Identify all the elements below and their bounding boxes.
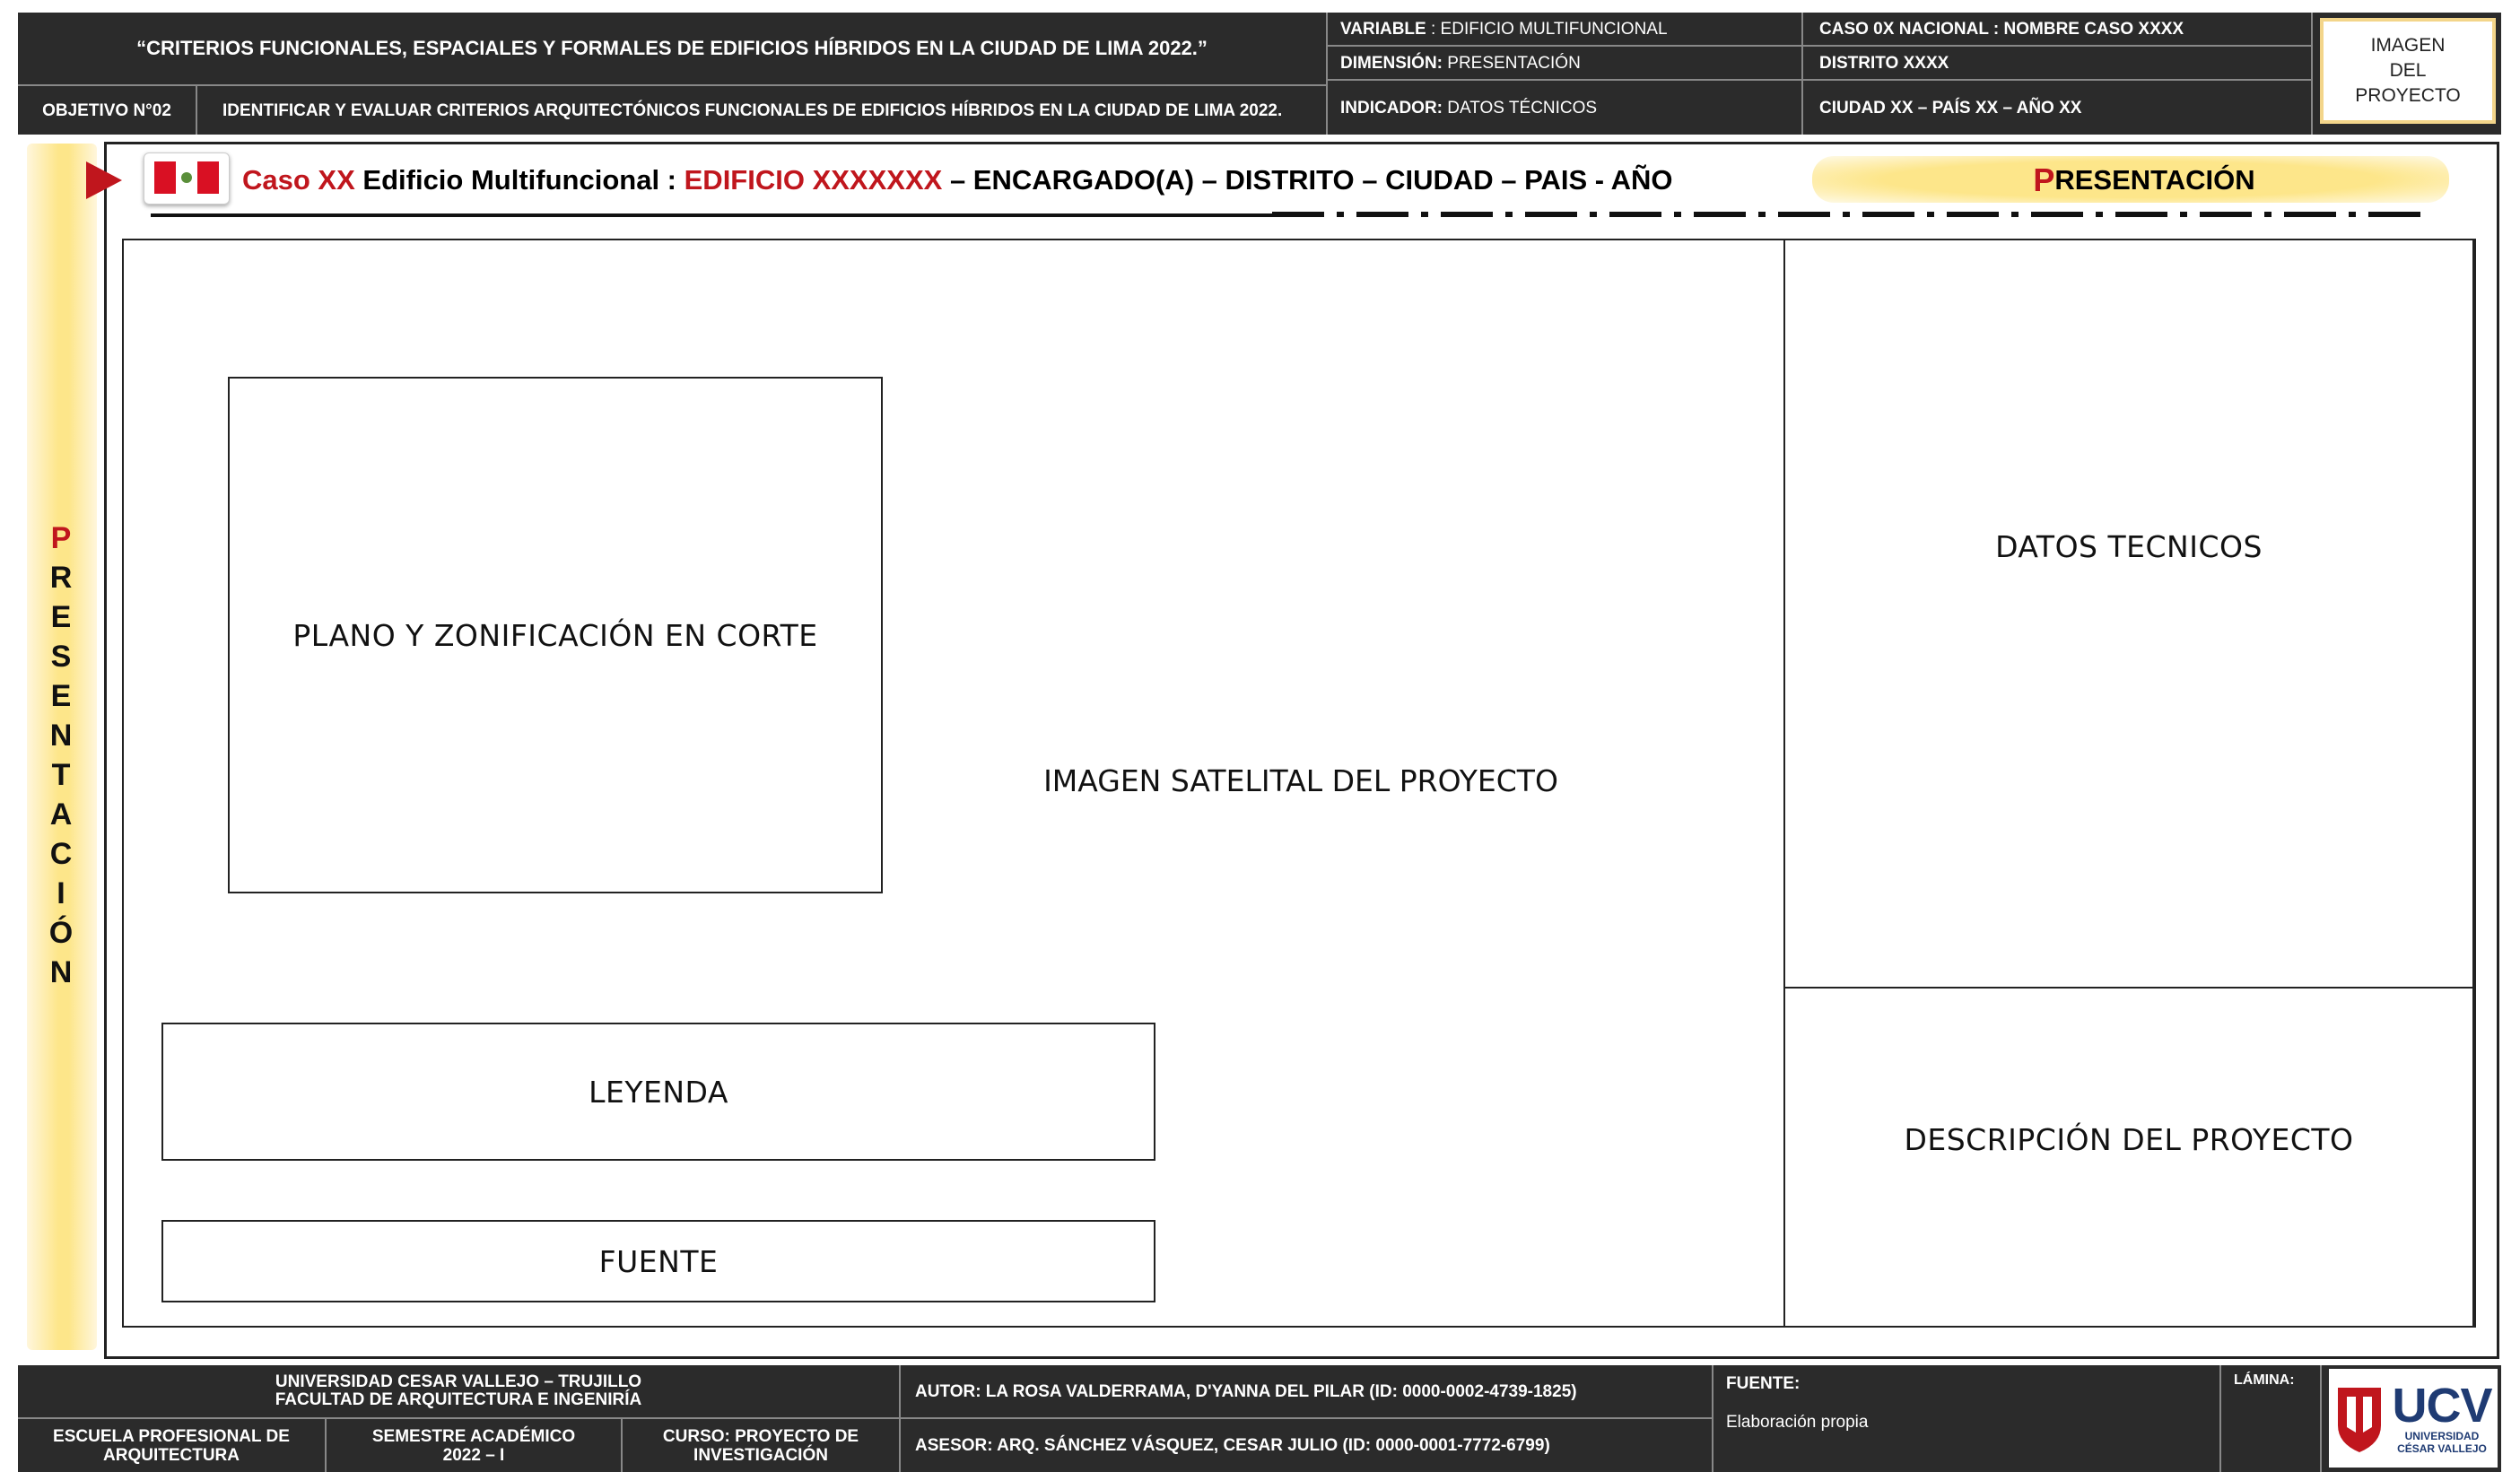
peru-flag-icon (154, 161, 219, 194)
side-label-presentacion: PRESENTACIÓN (40, 518, 82, 992)
ucv-shield-icon (2338, 1388, 2382, 1452)
case-number: Caso XX (242, 164, 355, 196)
objective-label: OBJETIVO N°02 (18, 86, 197, 135)
variable-field: VARIABLE : EDIFICIO MULTIFUNCIONAL (1328, 13, 1803, 47)
semester-cell: SEMESTRE ACADÉMICO 2022 – I (327, 1419, 623, 1472)
school-cell: ESCUELA PROFESIONAL DE ARQUITECTURA (18, 1419, 327, 1472)
building-name: EDIFICIO XXXXXXX (684, 164, 943, 196)
objective-text: IDENTIFICAR Y EVALUAR CRITERIOS ARQUITEC… (197, 86, 1328, 135)
side-label-letter: N (49, 719, 73, 753)
project-image-placeholder: IMAGEN DEL PROYECTO (2320, 18, 2496, 124)
document-title-text: “CRITERIOS FUNCIONALES, ESPACIALES Y FOR… (136, 37, 1208, 59)
course-cell: CURSO: PROYECTO DE INVESTIGACIÓN (623, 1419, 901, 1472)
plan-section-panel: PLANO Y ZONIFICACIÓN EN CORTE (228, 377, 883, 893)
case-bar-underline (151, 213, 1272, 217)
dimension-field: DIMENSIÓN: PRESENTACIÓN (1328, 47, 1803, 81)
location-field: CIUDAD XX – PAÍS XX – AÑO XX (1803, 81, 2313, 135)
ucv-logo: UCV UNIVERSIDAD CÉSAR VALLEJO (2329, 1369, 2498, 1468)
footer-source: FUENTE: Elaboración propia (1713, 1365, 2221, 1472)
sheet-number: LÁMINA: (2221, 1365, 2322, 1472)
author-cell: AUTOR: LA ROSA VALDERRAMA, D'YANNA DEL P… (901, 1365, 1713, 1419)
side-label-letter: Ó (48, 916, 74, 950)
satellite-image-panel: IMAGEN SATELITAL DEL PROYECTO (1043, 762, 1558, 798)
section-title: P RESENTACIÓN (2033, 161, 2255, 198)
legend-panel: LEYENDA (161, 1023, 1155, 1161)
district-field: DISTRITO XXXX (1803, 47, 2313, 81)
technical-data-panel: DATOS TECNICOS (1783, 239, 2474, 989)
project-description-panel: DESCRIPCIÓN DEL PROYECTO (1783, 987, 2474, 1328)
side-label-letter: I (57, 876, 65, 910)
source-panel: FUENTE (161, 1220, 1155, 1302)
case-field: CASO 0X NACIONAL : NOMBRE CASO XXXX (1803, 13, 2313, 47)
side-label-letter: R (49, 561, 73, 595)
side-label-letter: C (49, 837, 73, 871)
side-label-letter: A (49, 797, 73, 832)
case-details: – ENCARGADO(A) – DISTRITO – CIUDAD – PAI… (949, 164, 1673, 196)
side-label-letter: T (51, 758, 71, 792)
university-block: UNIVERSIDAD CESAR VALLEJO – TRUJILLO FAC… (18, 1365, 901, 1419)
document-title: “CRITERIOS FUNCIONALES, ESPACIALES Y FOR… (18, 13, 1328, 86)
indicator-field: INDICADOR: DATOS TÉCNICOS (1328, 81, 1803, 135)
dash-dot-line (1272, 212, 2429, 217)
side-label-letter: S (50, 640, 72, 674)
case-arrow-icon (86, 161, 122, 199)
side-label-letter: P (50, 521, 72, 555)
advisor-cell: ASESOR: ARQ. SÁNCHEZ VÁSQUEZ, CESAR JULI… (901, 1419, 1713, 1472)
building-type: Edificio Multifuncional : (362, 164, 676, 196)
side-label-letter: N (49, 955, 73, 989)
side-label-letter: E (50, 679, 72, 713)
case-title: Caso XX Edificio Multifuncional : EDIFIC… (242, 161, 1672, 199)
side-label-letter: E (50, 600, 72, 634)
